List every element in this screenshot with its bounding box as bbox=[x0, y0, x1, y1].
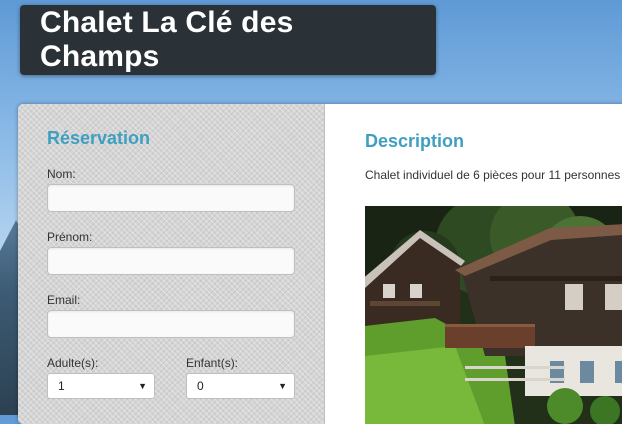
description-content: Description Chalet individuel de 6 pièce… bbox=[325, 104, 622, 424]
chevron-down-icon: ▼ bbox=[278, 381, 287, 391]
site-title: Chalet La Clé des Champs bbox=[40, 6, 294, 73]
enfants-select[interactable]: 0 ▼ bbox=[186, 373, 295, 399]
nom-input[interactable] bbox=[47, 184, 295, 212]
email-label: Email: bbox=[47, 293, 81, 307]
adultes-select[interactable]: 1 ▼ bbox=[47, 373, 155, 399]
chalet-photo-illustration bbox=[365, 206, 622, 424]
prenom-label: Prénom: bbox=[47, 230, 93, 244]
description-heading: Description bbox=[365, 131, 465, 151]
chalet-photo bbox=[365, 206, 622, 424]
prenom-input[interactable] bbox=[47, 247, 295, 275]
enfants-select-value: 0 bbox=[197, 379, 204, 393]
chevron-down-icon: ▼ bbox=[138, 381, 147, 391]
nom-label: Nom: bbox=[47, 167, 76, 181]
site-title-banner: Chalet La Clé des Champs bbox=[20, 5, 436, 75]
enfants-label: Enfant(s): bbox=[186, 356, 239, 370]
email-input[interactable] bbox=[47, 310, 295, 338]
description-text: Chalet individuel de 6 pièces pour 11 pe… bbox=[365, 168, 621, 182]
reservation-sidebar: Réservation Nom: Prénom: Email: Adulte(s… bbox=[18, 104, 325, 424]
main-panel: Réservation Nom: Prénom: Email: Adulte(s… bbox=[18, 104, 622, 424]
adultes-label: Adulte(s): bbox=[47, 356, 99, 370]
reservation-heading: Réservation bbox=[47, 128, 151, 148]
adultes-select-value: 1 bbox=[58, 379, 65, 393]
